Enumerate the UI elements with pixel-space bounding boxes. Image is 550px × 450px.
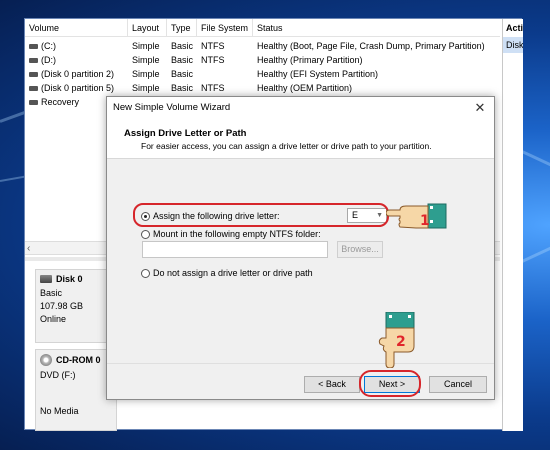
volume-status: Healthy (OEM Partition) [257, 83, 353, 93]
disk-0-pane[interactable]: Disk 0 Basic 107.98 GB Online [35, 269, 117, 343]
pointing-hand-icon: 2 [378, 312, 415, 368]
volume-file-system: NTFS [201, 41, 225, 51]
highlight-next-button [359, 370, 421, 397]
disk-name: CD-ROM 0 [56, 355, 101, 365]
volume-name: Recovery [41, 97, 80, 107]
step-2-number: 2 [396, 334, 406, 350]
wizard-header: Assign Drive Letter or Path For easier a… [107, 119, 494, 159]
highlight-drive-letter-row [133, 203, 389, 227]
no-drive-letter-label: Do not assign a drive letter or drive pa… [153, 268, 313, 278]
volume-layout: Simple [132, 83, 160, 93]
volume-layout: Simple [132, 41, 160, 51]
volume-name: (Disk 0 partition 5) [41, 83, 115, 93]
hard-disk-icon [40, 275, 52, 283]
volume-layout: Simple [132, 69, 160, 79]
column-header-status[interactable]: Status [253, 19, 500, 37]
volume-status: Healthy (Boot, Page File, Crash Dump, Pr… [257, 41, 485, 51]
page-subtitle: For easier access, you can assign a driv… [141, 141, 432, 151]
browse-button[interactable]: Browse... [337, 241, 383, 258]
cancel-button[interactable]: Cancel [429, 376, 487, 393]
volume-layout: Simple [132, 55, 160, 65]
volume-type: Basic [171, 55, 194, 65]
folder-path-input[interactable] [142, 241, 328, 258]
cdrom-0-pane[interactable]: CD-ROM 0 DVD (F:) No Media [35, 349, 117, 431]
back-button[interactable]: < Back [304, 376, 360, 393]
actions-item-disk[interactable]: Disk [503, 37, 523, 53]
wizard-titlebar[interactable]: New Simple Volume Wizard ✕ [107, 97, 494, 119]
volume-name: (Disk 0 partition 2) [41, 69, 115, 79]
no-drive-letter-option[interactable]: Do not assign a drive letter or drive pa… [141, 268, 313, 278]
light-beam [521, 150, 550, 170]
volume-file-system: NTFS [201, 83, 225, 93]
actions-title: Acti [506, 23, 523, 33]
page-title: Assign Drive Letter or Path [124, 128, 247, 139]
column-header-type[interactable]: Type [167, 19, 197, 37]
drive-label: DVD (F:) [40, 370, 76, 380]
volume-file-system [197, 67, 253, 81]
disk-status: Online [40, 314, 67, 324]
column-header-file-system[interactable]: File System [197, 19, 253, 37]
mount-folder-label: Mount in the following empty NTFS folder… [153, 229, 321, 239]
actions-panel: Acti Disk [502, 19, 523, 431]
disk-type: Basic [40, 288, 63, 298]
light-beam [521, 243, 550, 263]
footer-divider [107, 363, 494, 364]
volume-type: Basic [171, 83, 194, 93]
volume-type: Basic [171, 69, 194, 79]
volume-name: (D:) [41, 55, 56, 65]
pointing-hand-icon: 1 [386, 203, 447, 229]
disk-size: 107.98 GB [40, 301, 84, 311]
cd-rom-icon [40, 354, 52, 366]
volume-name: (C:) [41, 41, 56, 51]
close-icon[interactable]: ✕ [472, 100, 488, 116]
step-1-number: 1 [420, 213, 430, 229]
volume-icon [29, 86, 38, 92]
wizard-title: New Simple Volume Wizard [113, 102, 231, 113]
table-row[interactable]: (C:) Simple Basic NTFS Healthy (Boot, Pa… [25, 39, 500, 53]
volume-icon [29, 72, 38, 78]
volume-icon [29, 100, 38, 106]
scroll-left-icon[interactable]: ‹ [27, 242, 30, 255]
radio-unselected-icon[interactable] [141, 268, 150, 278]
column-header-volume[interactable]: Volume [25, 19, 128, 37]
new-simple-volume-wizard: New Simple Volume Wizard ✕ Assign Drive … [106, 96, 495, 400]
volume-file-system: NTFS [201, 55, 225, 65]
table-row[interactable]: (Disk 0 partition 2) Simple Basic Health… [25, 67, 500, 81]
volume-type: Basic [171, 41, 194, 51]
volume-icon [29, 44, 38, 50]
volume-list-header: Volume Layout Type File System Status [25, 19, 500, 37]
volume-icon [29, 58, 38, 64]
media-status: No Media [40, 406, 79, 416]
table-row[interactable]: (Disk 0 partition 5) Simple Basic NTFS H… [25, 81, 500, 95]
mount-folder-option[interactable]: Mount in the following empty NTFS folder… [141, 229, 321, 239]
column-header-layout[interactable]: Layout [128, 19, 167, 37]
radio-unselected-icon[interactable] [141, 229, 150, 239]
table-row[interactable]: (D:) Simple Basic NTFS Healthy (Primary … [25, 53, 500, 67]
disk-name: Disk 0 [56, 274, 83, 284]
volume-status: Healthy (Primary Partition) [257, 55, 363, 65]
volume-status: Healthy (EFI System Partition) [257, 69, 379, 79]
